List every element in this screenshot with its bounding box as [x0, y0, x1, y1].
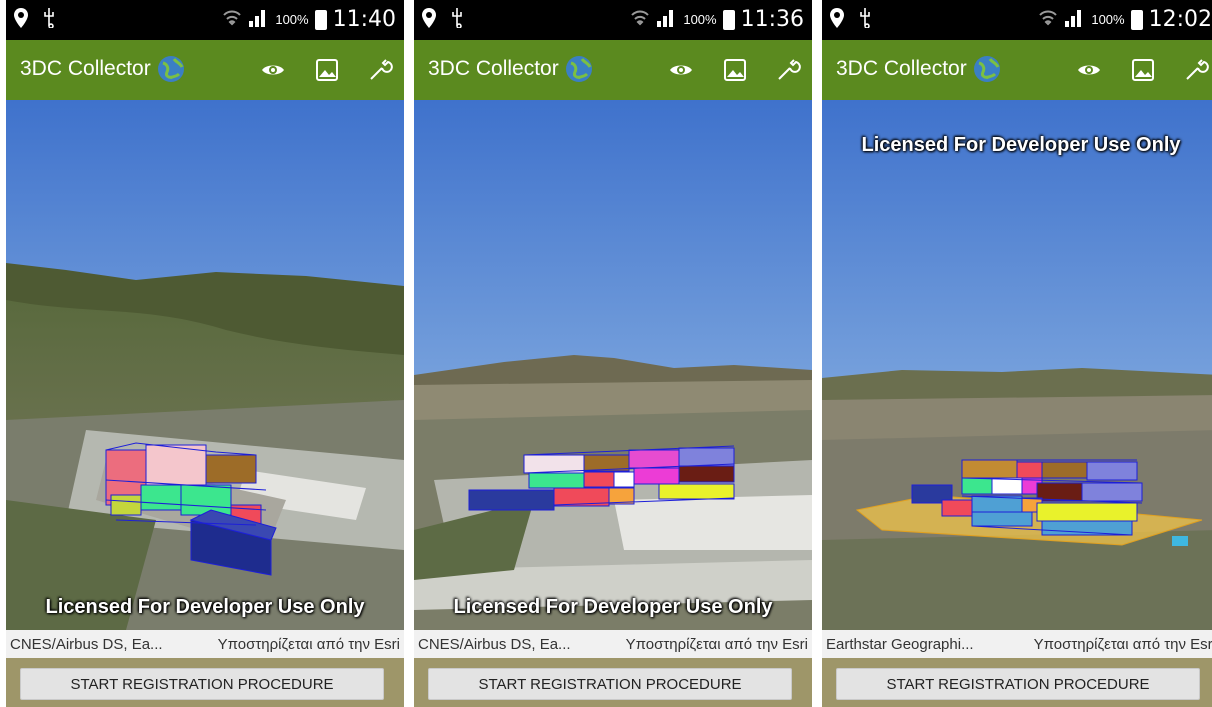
app-bar: 3DC Collector [414, 40, 812, 100]
attribution-source[interactable]: CNES/Airbus DS, Ea... [10, 636, 163, 653]
phone-screen-2: 100% 11:36 3DC Collector Licensed For De… [414, 0, 812, 707]
phone-screen-1: 100% 11:40 3DC Collector Licensed For De… [6, 0, 404, 707]
wrench-icon[interactable] [368, 58, 394, 82]
license-watermark: Licensed For Developer Use Only [861, 134, 1181, 156]
scene-3d[interactable] [822, 100, 1212, 630]
map-view[interactable]: Licensed For Developer Use Only [6, 100, 404, 630]
location-pin-icon [422, 8, 436, 34]
clock: 11:36 [740, 7, 804, 32]
globe-icon [564, 54, 594, 84]
battery-percent: 100% [1091, 12, 1125, 27]
wifi-icon [223, 8, 242, 31]
bottom-bar: START REGISTRATION PROCEDURE [414, 658, 812, 707]
clock: 11:40 [332, 7, 396, 32]
attribution-powered-by[interactable]: Υποστηρίζεται από την Esri [626, 636, 808, 653]
attribution-bar: Earthstar Geographi... Υποστηρίζεται από… [822, 630, 1212, 658]
battery-percent: 100% [275, 12, 309, 27]
image-icon[interactable] [722, 58, 748, 82]
eye-icon[interactable] [668, 58, 694, 82]
globe-icon [156, 54, 186, 84]
attribution-bar: CNES/Airbus DS, Ea... Υποστηρίζεται από … [6, 630, 404, 658]
signal-icon [247, 7, 269, 32]
signal-icon [1063, 7, 1085, 32]
clock: 12:02 [1148, 7, 1212, 32]
image-icon[interactable] [1130, 58, 1156, 82]
location-pin-icon [14, 8, 28, 34]
wrench-icon[interactable] [1184, 58, 1210, 82]
battery-icon [1130, 9, 1143, 30]
start-registration-button[interactable]: START REGISTRATION PROCEDURE [20, 668, 384, 700]
bottom-bar: START REGISTRATION PROCEDURE [6, 658, 404, 707]
wifi-icon [631, 8, 650, 31]
start-registration-button[interactable]: START REGISTRATION PROCEDURE [836, 668, 1200, 700]
attribution-source[interactable]: Earthstar Geographi... [826, 636, 974, 653]
eye-icon[interactable] [260, 58, 286, 82]
status-bar: 100% 11:36 [414, 0, 812, 40]
attribution-powered-by[interactable]: Υποστηρίζεται από την Esri [218, 636, 400, 653]
attribution-bar: CNES/Airbus DS, Ea... Υποστηρίζεται από … [414, 630, 812, 658]
location-pin-icon [830, 8, 844, 34]
battery-percent: 100% [683, 12, 717, 27]
app-bar: 3DC Collector [822, 40, 1212, 100]
license-watermark: Licensed For Developer Use Only [45, 596, 365, 618]
usb-icon [858, 8, 872, 34]
status-bar: 100% 11:40 [6, 0, 404, 40]
license-watermark: Licensed For Developer Use Only [453, 596, 773, 618]
usb-icon [42, 8, 56, 34]
signal-icon [655, 7, 677, 32]
usb-icon [450, 8, 464, 34]
image-icon[interactable] [314, 58, 340, 82]
attribution-powered-by[interactable]: Υποστηρίζεται από την Esri [1034, 636, 1212, 653]
globe-icon [972, 54, 1002, 84]
attribution-source[interactable]: CNES/Airbus DS, Ea... [418, 636, 571, 653]
app-title: 3DC Collector [20, 57, 151, 80]
app-title: 3DC Collector [836, 57, 967, 80]
start-registration-button[interactable]: START REGISTRATION PROCEDURE [428, 668, 792, 700]
scene-3d[interactable] [6, 100, 404, 630]
app-title: 3DC Collector [428, 57, 559, 80]
map-view[interactable]: Licensed For Developer Use Only [822, 100, 1212, 630]
bottom-bar: START REGISTRATION PROCEDURE [822, 658, 1212, 707]
map-view[interactable]: Licensed For Developer Use Only [414, 100, 812, 630]
eye-icon[interactable] [1076, 58, 1102, 82]
phone-screen-3: 100% 12:02 3DC Collector Licensed For De… [822, 0, 1212, 707]
scene-3d[interactable] [414, 100, 812, 630]
wrench-icon[interactable] [776, 58, 802, 82]
battery-icon [722, 9, 735, 30]
status-bar: 100% 12:02 [822, 0, 1212, 40]
battery-icon [314, 9, 327, 30]
app-bar: 3DC Collector [6, 40, 404, 100]
wifi-icon [1039, 8, 1058, 31]
